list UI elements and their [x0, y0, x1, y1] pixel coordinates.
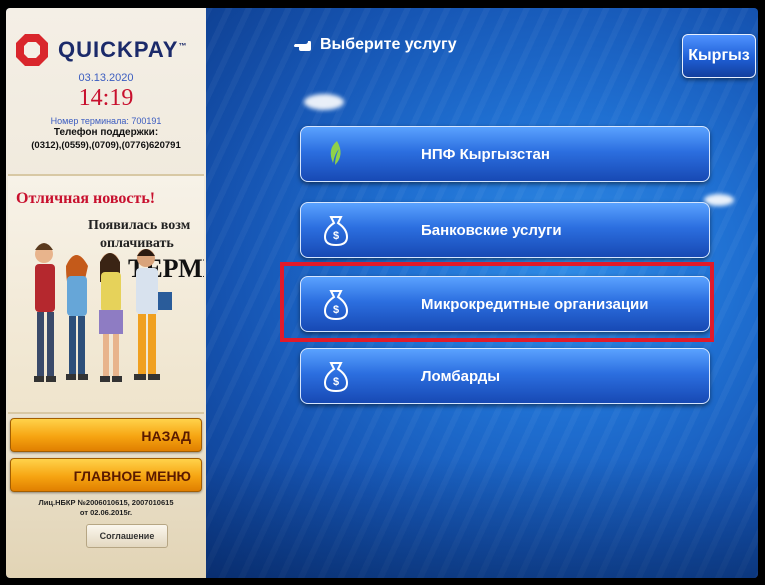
left-panel: QUICKPAY™ 03.13.2020 14:19 Номер термина… — [6, 8, 206, 578]
support-title: Телефон поддержки: — [53, 127, 159, 138]
service-label: Банковские услуги — [421, 222, 562, 239]
brand-name: QUICKPAY™ — [58, 37, 188, 62]
back-button[interactable]: НАЗАД — [10, 418, 202, 452]
money-bag-icon: $ — [321, 359, 351, 393]
date-display: 03.13.2020 — [78, 72, 134, 84]
kiosk-screen: QUICKPAY™ 03.13.2020 14:19 Номер термина… — [6, 8, 758, 578]
svg-text:$: $ — [333, 230, 339, 242]
language-button[interactable]: Кыргыз — [682, 34, 756, 78]
promo-banner: Отличная новость! Появилась возм оплачив… — [8, 174, 204, 414]
support-phones: (0312),(0559),(0709),(0776)620791 — [31, 140, 181, 151]
terminal-number: Номер терминала: 700191 — [50, 116, 162, 126]
service-label: Микрокредитные организации — [421, 296, 649, 313]
people-illustration — [34, 243, 172, 382]
hint-label: Выберите услугу — [320, 36, 457, 53]
service-banking-button[interactable]: $ Банковские услуги — [300, 202, 710, 258]
time-display: 14:19 — [78, 85, 134, 111]
screen-glare — [304, 94, 344, 110]
logo: QUICKPAY™ — [14, 32, 187, 68]
agreement-button[interactable]: Соглашение — [86, 524, 168, 548]
svg-text:$: $ — [333, 376, 339, 388]
promo-title: Отличная новость! — [16, 190, 156, 207]
service-hint: Выберите услугу — [294, 36, 457, 54]
service-pawnshops-button[interactable]: $ Ломбарды — [300, 348, 710, 404]
service-label: Ломбарды — [421, 368, 501, 385]
leaf-icon — [321, 137, 351, 171]
money-bag-icon: $ — [321, 287, 351, 321]
service-label: НПФ Кыргызстан — [421, 146, 550, 163]
screen-glare — [704, 194, 734, 206]
quickpay-logo-icon — [14, 32, 50, 68]
main-menu-button[interactable]: ГЛАВНОЕ МЕНЮ — [10, 458, 202, 492]
money-bag-icon: $ — [321, 213, 351, 247]
service-area: Выберите услугу Кыргыз НПФ Кыргызстан $ … — [206, 8, 758, 578]
svg-text:$: $ — [333, 304, 339, 316]
license-text: Лиц.НБКР №2006010615, 2007010615 от 02.0… — [38, 498, 174, 517]
service-npf-kyrgyzstan-button[interactable]: НПФ Кыргызстан — [300, 126, 710, 182]
service-microcredit-button[interactable]: $ Микрокредитные организации — [300, 276, 710, 332]
pointing-hand-icon — [294, 38, 314, 52]
